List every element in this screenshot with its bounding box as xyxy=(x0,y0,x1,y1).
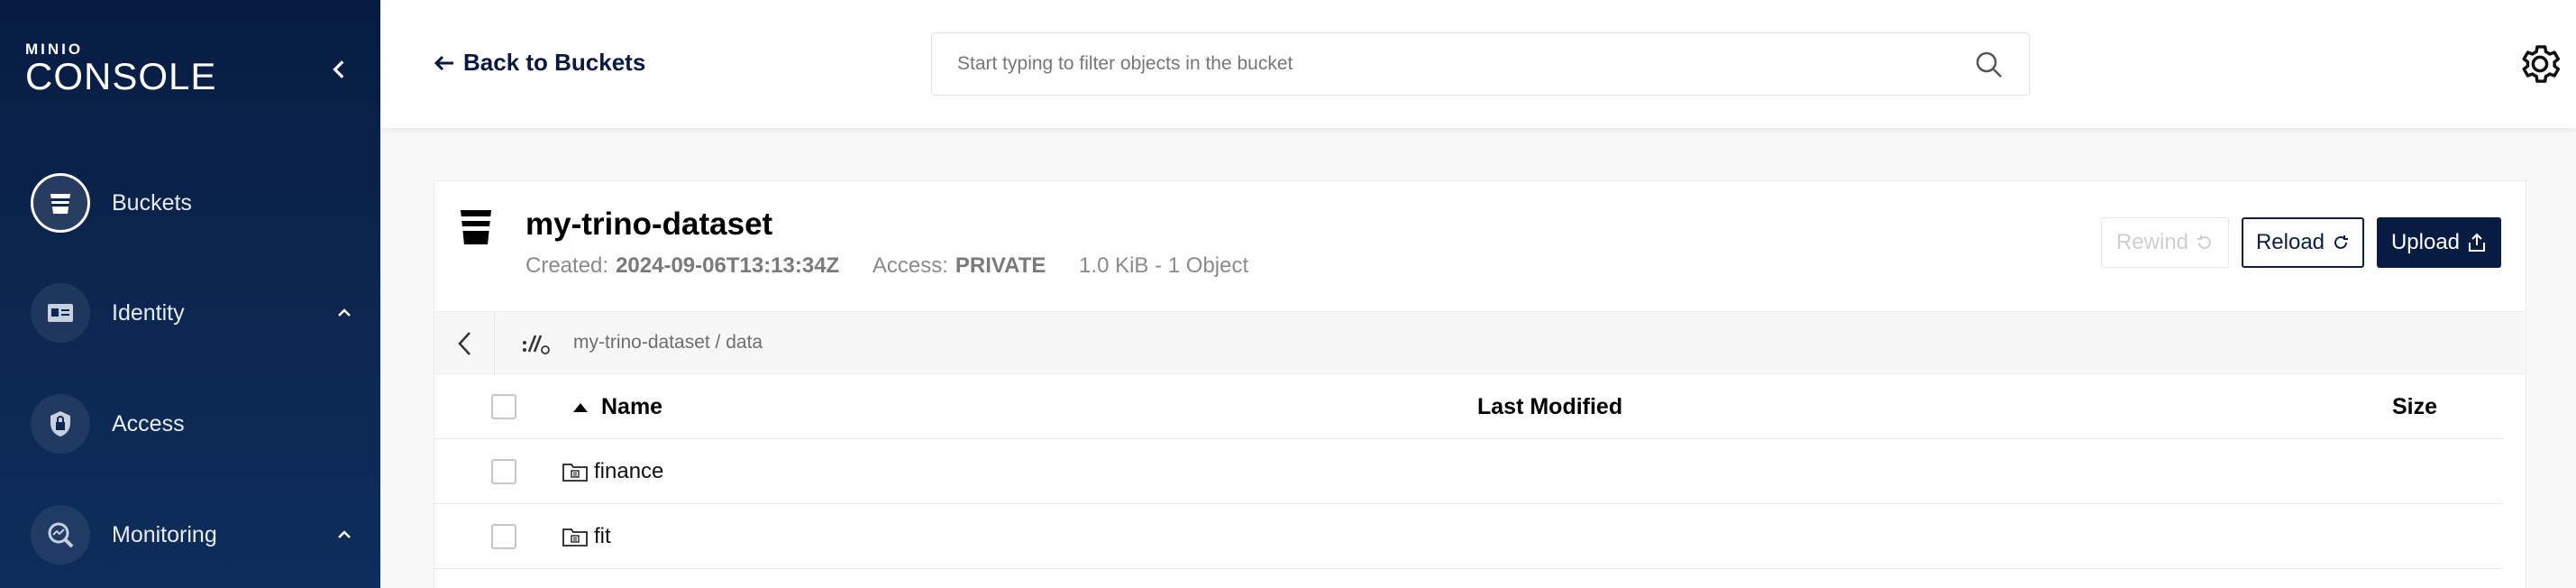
back-to-buckets-link[interactable]: Back to Buckets xyxy=(434,49,645,77)
reload-button[interactable]: Reload xyxy=(2242,217,2364,268)
breadcrumb[interactable]: my-trino-dataset / data xyxy=(573,332,763,354)
chevron-up-icon[interactable] xyxy=(333,302,355,324)
sidebar-item-monitoring[interactable]: Monitoring xyxy=(31,503,355,566)
created-value: 2024-09-06T13:13:34Z xyxy=(616,253,840,278)
bucket-name: my-trino-dataset xyxy=(525,207,773,242)
id-card-icon xyxy=(31,283,90,343)
folder-icon xyxy=(562,528,588,547)
access-label: Access: xyxy=(872,253,948,278)
sidebar-item-label: Identity xyxy=(112,299,185,326)
search-input[interactable] xyxy=(932,33,2029,95)
monitoring-search-icon xyxy=(31,505,90,565)
select-all-checkbox[interactable] xyxy=(491,394,516,419)
rewind-label: Rewind xyxy=(2115,230,2189,254)
sidebar: MINIO CONSOLE Buckets Identity Access Mo… xyxy=(0,0,380,588)
chevron-up-icon[interactable] xyxy=(333,524,355,546)
bucket-browser-card: my-trino-dataset Created: 2024-09-06T13:1… xyxy=(434,180,2526,588)
upload-icon xyxy=(2469,233,2486,252)
upload-button[interactable]: Upload xyxy=(2377,217,2501,268)
divider xyxy=(494,312,495,375)
reload-icon xyxy=(2334,235,2349,249)
upload-label: Upload xyxy=(2390,230,2461,254)
bucket-icon xyxy=(31,173,90,233)
row-checkbox[interactable] xyxy=(491,459,516,484)
sort-ascending-icon[interactable] xyxy=(573,403,588,412)
rewind-icon xyxy=(2197,235,2211,249)
table-header: Name Last Modified Size xyxy=(434,374,2504,439)
folder-icon xyxy=(562,464,588,482)
chevron-left-icon[interactable] xyxy=(454,330,476,357)
minio-console-logo[interactable]: MINIO CONSOLE xyxy=(25,41,216,96)
sidebar-item-label: Monitoring xyxy=(112,521,217,547)
back-label: Back to Buckets xyxy=(463,49,646,76)
column-header-last-modified[interactable]: Last Modified xyxy=(1477,394,1622,420)
usage-info: 1.0 KiB - 1 Object xyxy=(1079,253,1249,278)
created-label: Created: xyxy=(525,253,609,278)
sidebar-item-buckets[interactable]: Buckets xyxy=(31,171,355,234)
lock-shield-icon xyxy=(31,394,90,454)
sidebar-item-label: Access xyxy=(112,410,185,436)
object-filter-search xyxy=(931,32,2030,96)
column-header-size[interactable]: Size xyxy=(2392,394,2437,420)
bucket-header: my-trino-dataset Created: 2024-09-06T13:1… xyxy=(434,181,2526,311)
bucket-icon xyxy=(461,210,491,244)
table-row[interactable]: fit xyxy=(434,504,2504,569)
collapse-sidebar-icon[interactable] xyxy=(328,58,352,81)
gear-icon[interactable] xyxy=(2517,41,2563,87)
arrow-left-icon xyxy=(434,55,453,70)
logo-big-text: CONSOLE xyxy=(25,55,217,97)
top-bar: Back to Buckets xyxy=(380,0,2576,128)
sidebar-item-identity[interactable]: Identity xyxy=(31,281,355,345)
access-value: PRIVATE xyxy=(955,253,1046,278)
object-name[interactable]: fit xyxy=(594,524,611,549)
path-edit-icon[interactable] xyxy=(521,332,552,355)
rewind-button[interactable]: Rewind xyxy=(2101,217,2229,268)
path-bar: my-trino-dataset / data xyxy=(434,311,2526,375)
bucket-meta: Created: 2024-09-06T13:13:34Z Access: PRIV… xyxy=(525,253,1248,279)
column-header-name[interactable]: Name xyxy=(601,394,662,420)
search-icon[interactable] xyxy=(1975,51,2004,79)
sidebar-item-label: Buckets xyxy=(112,189,192,216)
reload-label: Reload xyxy=(2255,230,2325,254)
object-name[interactable]: finance xyxy=(594,459,663,484)
sidebar-item-access[interactable]: Access xyxy=(31,392,355,455)
table-row[interactable]: finance xyxy=(434,439,2504,504)
row-checkbox[interactable] xyxy=(491,524,516,549)
